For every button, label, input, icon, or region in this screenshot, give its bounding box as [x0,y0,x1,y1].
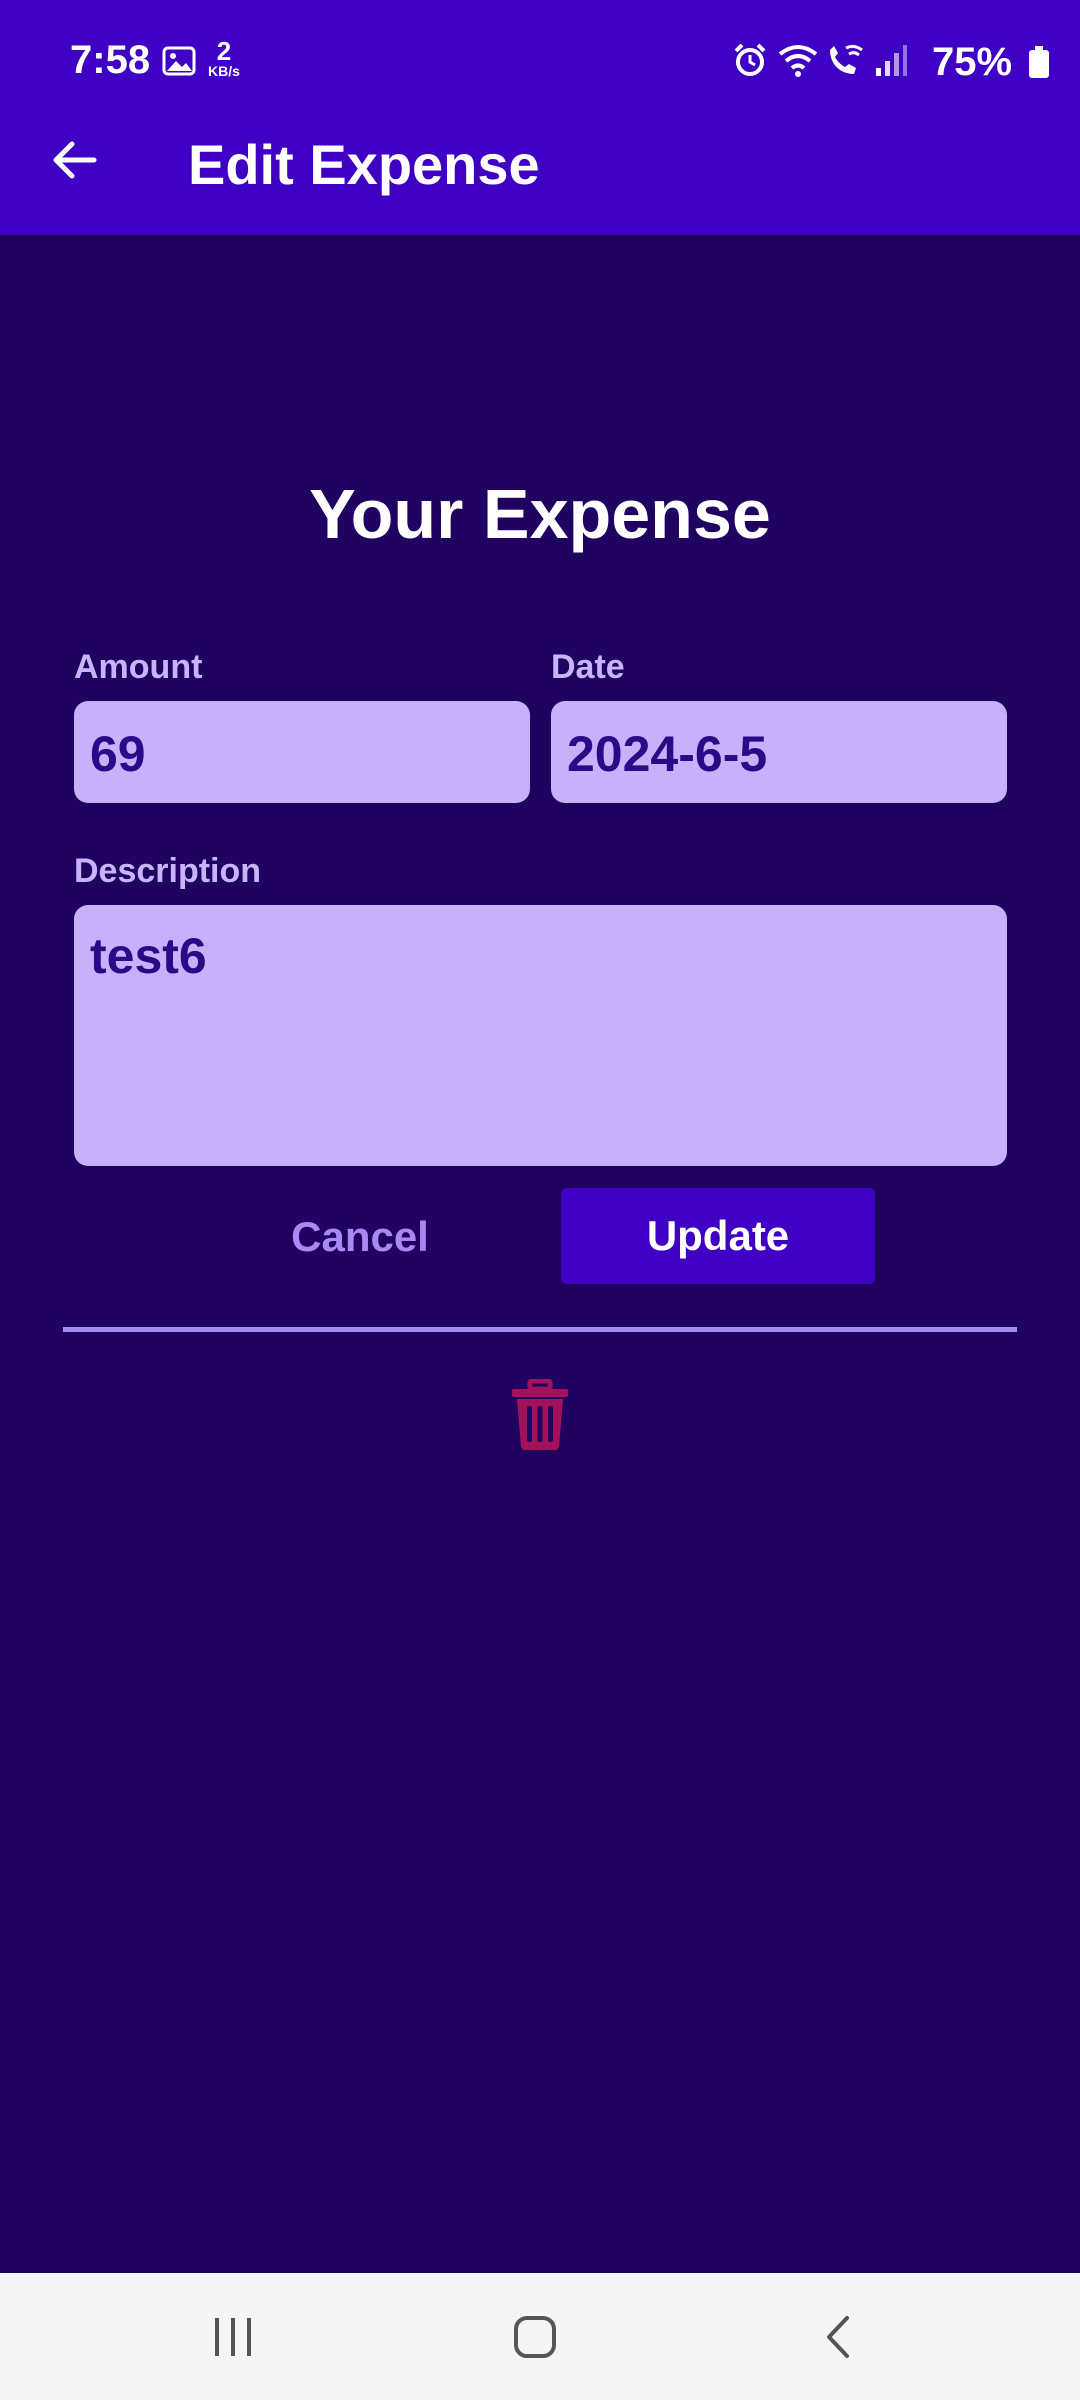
arrow-left-icon [53,141,97,179]
network-speed: 2 KB/s [204,38,244,78]
description-value: test6 [90,928,207,984]
battery-icon [1028,46,1050,78]
alarm-icon [732,42,768,83]
recent-apps-button[interactable] [153,2273,313,2400]
back-button[interactable] [42,128,106,192]
app-bar: 7:58 2 KB/s 75% Edit Expense [0,0,1080,235]
nav-back-button[interactable] [758,2273,918,2400]
status-bar: 7:58 2 KB/s 75% [0,0,1080,120]
description-label: Description [74,852,262,890]
status-icons: 75% [660,36,1080,86]
system-nav-bar [0,2273,1080,2400]
amount-label: Amount [74,648,203,686]
network-speed-unit: KB/s [208,63,240,79]
recent-apps-icon [215,2317,251,2356]
date-value: 2024-6-5 [567,726,768,782]
network-speed-value: 2 [216,36,232,66]
amount-value: 69 [90,726,146,782]
divider [63,1327,1017,1332]
update-button[interactable]: Update [561,1188,875,1284]
battery-level: 75% [932,40,1013,84]
delete-button[interactable] [500,1372,580,1458]
status-time: 7:58 [70,38,151,82]
description-input[interactable]: test6 [74,905,1007,1166]
gallery-icon [162,46,196,76]
amount-input[interactable]: 69 [74,701,530,803]
page-title: Edit Expense [188,133,540,196]
date-label: Date [551,648,625,686]
home-button[interactable] [455,2273,615,2400]
wifi-icon [776,42,820,83]
trash-icon [512,1379,568,1450]
date-input[interactable]: 2024-6-5 [551,701,1007,803]
signal-icon [872,42,908,83]
wifi-calling-icon [824,42,864,83]
form-heading: Your Expense [309,475,771,553]
cancel-button[interactable]: Cancel [250,1188,470,1286]
home-icon [514,2315,556,2358]
back-icon [827,2315,849,2358]
